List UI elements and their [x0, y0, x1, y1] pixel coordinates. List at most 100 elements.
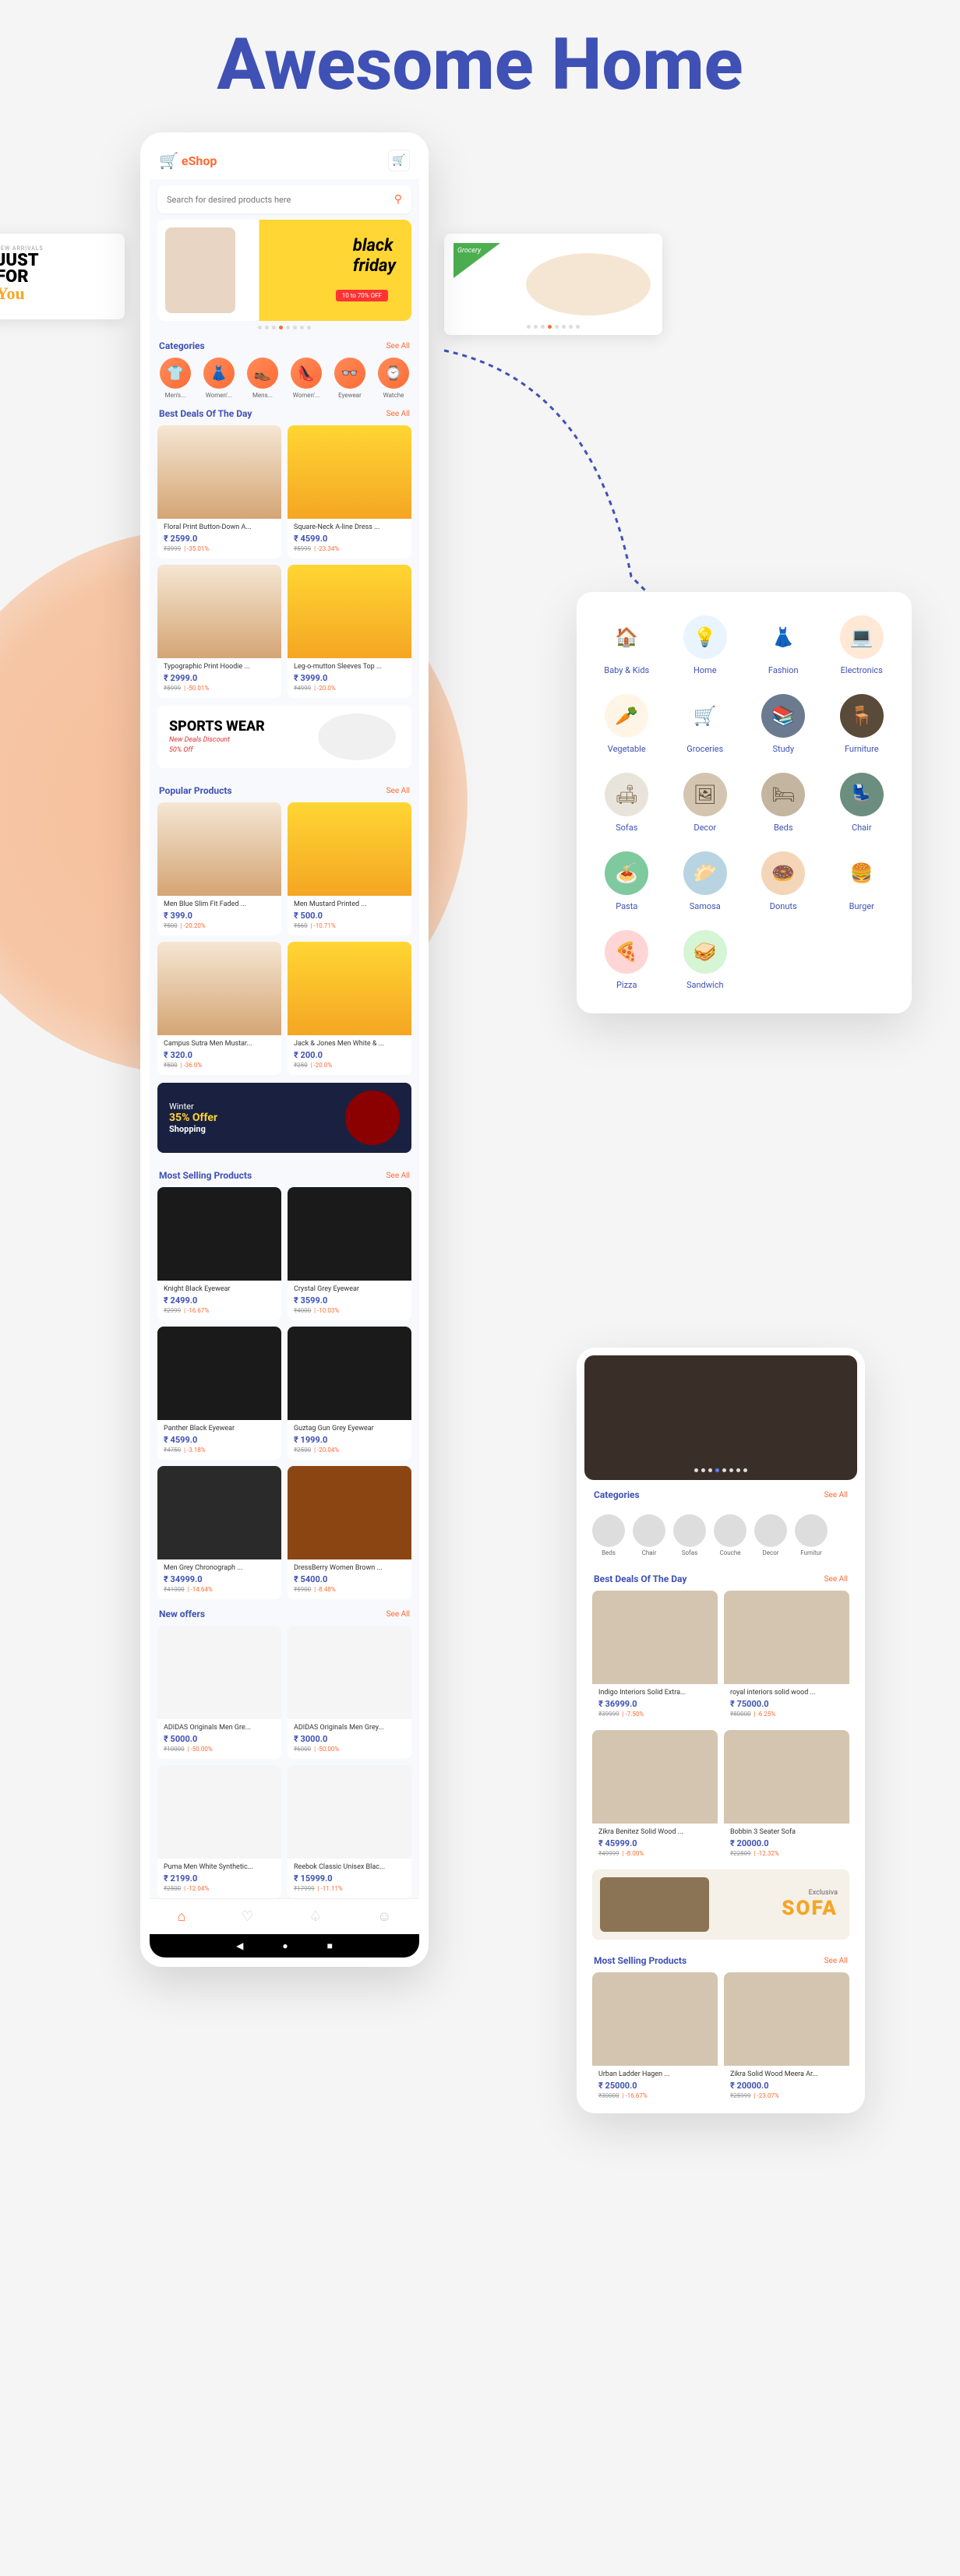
search-icon: ⚲ [394, 193, 402, 206]
category-tile[interactable]: 🍕 Pizza [592, 930, 662, 990]
category-item[interactable]: ⌚ Watche [374, 358, 413, 399]
product-card[interactable]: Jack & Jones Men White & ... ₹ 200.0 ₹25… [288, 942, 411, 1075]
winter-promo-banner[interactable]: Winter 35% Offer Shopping [157, 1083, 411, 1153]
product-price: ₹ 3599.0 [294, 1295, 405, 1306]
promo-banner-left[interactable]: NEW ARRIVALS JUST FOR You [0, 234, 125, 319]
sports-promo-banner[interactable]: SPORTS WEAR New Deals Discount 50% Off [157, 706, 411, 768]
product-meta: ₹17999| -11.11% [294, 1885, 405, 1892]
product-card[interactable]: Indigo Interiors Solid Extra... ₹ 36999.… [592, 1591, 718, 1724]
category-item[interactable]: 👠 Women'... [287, 358, 326, 399]
category-item[interactable]: 👗 Women'... [199, 358, 238, 399]
nav-favorites-icon[interactable]: ♡ [242, 1908, 254, 1925]
search-input[interactable] [167, 195, 394, 205]
hero-banner[interactable]: blackfriday 10 to 70% OFF [157, 220, 411, 321]
furn-category[interactable]: Sofas [673, 1514, 706, 1556]
product-name: Floral Print Button-Down A... [164, 523, 275, 531]
furn-category[interactable]: Chair [633, 1514, 665, 1556]
app-logo[interactable]: 🛒 eShop [159, 151, 217, 170]
category-label: Sofas [592, 823, 662, 833]
product-card[interactable]: Panther Black Eyewear ₹ 4599.0 ₹4750| -3… [157, 1327, 281, 1460]
category-tile[interactable]: 🍝 Pasta [592, 851, 662, 911]
category-item[interactable]: 👓 Eyewear [330, 358, 369, 399]
product-card[interactable]: Leg-o-mutton Sleeves Top ... ₹ 3999.0 ₹4… [288, 565, 411, 698]
see-all-link[interactable]: See All [386, 1610, 410, 1619]
product-meta: ₹500| -20.20% [164, 922, 275, 929]
category-tile[interactable]: 🏠 Baby & Kids [592, 615, 662, 675]
home-icon[interactable]: ● [282, 1940, 288, 1951]
category-tile[interactable]: 📚 Study [749, 694, 818, 754]
product-price: ₹ 45999.0 [598, 1838, 711, 1848]
category-tile[interactable]: 🍩 Donuts [749, 851, 818, 911]
see-all-link[interactable]: See All [386, 410, 410, 418]
search-bar[interactable]: ⚲ [157, 185, 411, 213]
product-meta: ₹2500| -20.04% [294, 1447, 405, 1454]
category-tile[interactable]: 🛒 Groceries [671, 694, 740, 754]
cart-button[interactable]: 🛒 [388, 150, 410, 171]
product-card[interactable]: Men Blue Slim Fit Faded ... ₹ 399.0 ₹500… [157, 802, 281, 936]
category-tile[interactable]: 🍔 Burger [828, 851, 897, 911]
recents-icon[interactable]: ■ [327, 1940, 333, 1951]
sofa-title: SOFA [782, 1897, 838, 1920]
category-tile[interactable]: 🖼 Decor [671, 773, 740, 833]
see-all-link[interactable]: See All [824, 1575, 848, 1584]
category-item[interactable]: 👕 Men's... [156, 358, 195, 399]
category-tile[interactable]: 💡 Home [671, 615, 740, 675]
sofa-promo-banner[interactable]: Exclusiva SOFA [592, 1869, 849, 1940]
product-name: Zikra Benitez Solid Wood ... [598, 1828, 711, 1836]
category-tile[interactable]: 💻 Electronics [828, 615, 897, 675]
product-image [157, 1187, 281, 1281]
product-card[interactable]: Puma Men White Synthetic... ₹ 2199.0 ₹25… [157, 1765, 281, 1898]
furn-category-image [673, 1514, 706, 1547]
nav-notifications-icon[interactable]: ♤ [309, 1908, 322, 1925]
product-card[interactable]: Typographic Print Hoodie ... ₹ 2999.0 ₹5… [157, 565, 281, 698]
product-card[interactable]: Reebok Classic Unisex Blac... ₹ 15999.0 … [288, 1765, 411, 1898]
see-all-link[interactable]: See All [386, 787, 410, 795]
category-tile[interactable]: 🪑 Furniture [828, 694, 897, 754]
nav-profile-icon[interactable]: ☺ [377, 1908, 391, 1925]
product-card[interactable]: Guztag Gun Grey Eyewear ₹ 1999.0 ₹2500| … [288, 1327, 411, 1460]
category-tile[interactable]: 🛋 Sofas [592, 773, 662, 833]
product-card[interactable]: Urban Ladder Hagen ... ₹ 25000.0 ₹30000|… [592, 1972, 718, 2106]
product-card[interactable]: Crystal Grey Eyewear ₹ 3599.0 ₹4000| -10… [288, 1187, 411, 1320]
product-card[interactable]: Zikra Solid Wood Meera Ar... ₹ 20000.0 ₹… [724, 1972, 849, 2106]
back-icon[interactable]: ◀ [236, 1940, 243, 1951]
promo-banner-right[interactable]: Grocery [444, 234, 662, 335]
see-all-link[interactable]: See All [824, 1491, 848, 1499]
product-price: ₹ 5000.0 [164, 1734, 275, 1744]
furn-category[interactable]: Decor [754, 1514, 787, 1556]
category-tile[interactable]: 🛏 Beds [749, 773, 818, 833]
see-all-link[interactable]: See All [386, 342, 410, 351]
product-card[interactable]: Square-Neck A-line Dress ... ₹ 4599.0 ₹5… [288, 425, 411, 559]
category-icon: 📚 [761, 694, 805, 738]
product-card[interactable]: ADIDAS Originals Men Grey... ₹ 3000.0 ₹6… [288, 1626, 411, 1759]
product-card[interactable]: Zikra Benitez Solid Wood ... ₹ 45999.0 ₹… [592, 1730, 718, 1863]
category-tile[interactable]: 👗 Fashion [749, 615, 818, 675]
category-tile[interactable]: 🥪 Sandwich [671, 930, 740, 990]
product-card[interactable]: Floral Print Button-Down A... ₹ 2599.0 ₹… [157, 425, 281, 559]
furn-category[interactable]: Furnitur [795, 1514, 828, 1556]
product-card[interactable]: DressBerry Women Brown ... ₹ 5400.0 ₹590… [288, 1466, 411, 1599]
promo-title: JUST FOR You [0, 253, 113, 303]
category-icon: 🍩 [761, 851, 805, 895]
category-tile[interactable]: 🥕 Vegetable [592, 694, 662, 754]
furn-category[interactable]: Couche [714, 1514, 746, 1556]
product-meta: ₹39999| -7.50% [598, 1711, 711, 1718]
product-card[interactable]: Knight Black Eyewear ₹ 2499.0 ₹2999| -16… [157, 1187, 281, 1320]
see-all-link[interactable]: See All [386, 1172, 410, 1180]
product-card[interactable]: Men Grey Chronograph ... ₹ 34999.0 ₹4100… [157, 1466, 281, 1599]
furn-category[interactable]: Beds [592, 1514, 625, 1556]
see-all-link[interactable]: See All [824, 1957, 848, 1965]
product-card[interactable]: Campus Sutra Men Mustar... ₹ 320.0 ₹500|… [157, 942, 281, 1075]
nav-home-icon[interactable]: ⌂ [178, 1908, 186, 1925]
category-tile[interactable]: 💺 Chair [828, 773, 897, 833]
product-name: Men Mustard Printed ... [294, 900, 405, 908]
furniture-hero[interactable] [584, 1355, 857, 1480]
product-card[interactable]: ADIDAS Originals Men Gre... ₹ 5000.0 ₹10… [157, 1626, 281, 1759]
category-icon: 👕 [160, 358, 191, 389]
category-tile[interactable]: 🥟 Samosa [671, 851, 740, 911]
product-card[interactable]: Men Mustard Printed ... ₹ 500.0 ₹560| -1… [288, 802, 411, 936]
product-card[interactable]: royal interiors solid wood ... ₹ 75000.0… [724, 1591, 849, 1724]
product-card[interactable]: Bobbin 3 Seater Sofa ₹ 20000.0 ₹22809| -… [724, 1730, 849, 1863]
category-icon: 🍕 [605, 930, 648, 974]
category-item[interactable]: 👞 Mens... [243, 358, 282, 399]
